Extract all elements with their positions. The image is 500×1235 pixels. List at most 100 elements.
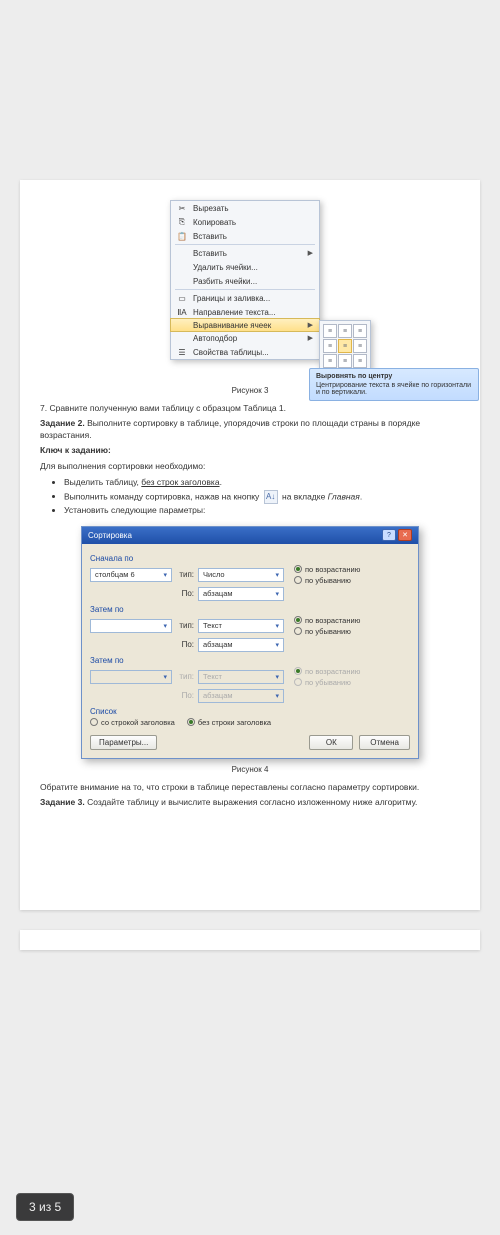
figure-4: Сортировка ? ✕ Сначала по столбцам 6▾ ти…: [40, 526, 460, 759]
align-bottom-left[interactable]: ≡: [323, 354, 337, 368]
align-top-left[interactable]: ≡: [323, 324, 337, 338]
group-first: Сначала по: [90, 554, 410, 563]
group-then1: Затем по: [90, 605, 410, 614]
sort-column-combo[interactable]: столбцам 6▾: [90, 568, 172, 582]
sort-desc-radio[interactable]: по убыванию: [294, 576, 410, 585]
menu-separator: [175, 289, 315, 290]
ok-button[interactable]: ОК: [309, 735, 353, 750]
sort-dialog: Сортировка ? ✕ Сначала по столбцам 6▾ ти…: [81, 526, 419, 759]
menu-copy[interactable]: ⎘Копировать: [171, 215, 319, 229]
menu-label: Удалить ячейки...: [189, 263, 313, 272]
dialog-body: Сначала по столбцам 6▾ тип: Число▾ по во…: [82, 544, 418, 758]
radio-icon: [187, 718, 195, 726]
task-2-text: Выполните сортировку в таблице, упорядоч…: [40, 418, 420, 439]
menu-label: Автоподбор: [189, 334, 308, 343]
type-label: тип:: [176, 621, 194, 630]
menu-label: Копировать: [189, 218, 313, 227]
with-header-radio[interactable]: со строкой заголовка: [90, 718, 175, 727]
radio-icon: [294, 627, 302, 635]
type-label: тип:: [176, 672, 194, 681]
align-bottom-center[interactable]: ≡: [338, 354, 352, 368]
chevron-down-icon: ▾: [275, 641, 279, 649]
cancel-button[interactable]: Отмена: [359, 735, 410, 750]
menu-split-cells[interactable]: Разбить ячейки...: [171, 274, 319, 288]
menu-cell-alignment[interactable]: Выравнивание ячеек▶: [170, 318, 320, 332]
key-label: Ключ к заданию:: [40, 445, 460, 456]
figure-3: ✂Вырезать ⎘Копировать 📋Вставить Вставить…: [40, 200, 460, 380]
sort-asc-radio[interactable]: по возрастанию: [294, 565, 410, 574]
task-3-label: Задание 3.: [40, 797, 85, 807]
list-item: Установить следующие параметры:: [64, 504, 460, 518]
menu-text-direction[interactable]: ⅡAНаправление текста...: [171, 305, 319, 319]
list-item: Выделить таблицу, без строк заголовка.: [64, 476, 460, 490]
radio-icon: [294, 576, 302, 584]
sort-asc-radio-2[interactable]: по возрастанию: [294, 616, 410, 625]
sort-by-combo-2[interactable]: абзацам▾: [198, 638, 284, 652]
key-intro: Для выполнения сортировки необходимо:: [40, 461, 460, 472]
no-header-radio[interactable]: без строки заголовка: [187, 718, 271, 727]
sort-by-combo-3: абзацам▾: [198, 689, 284, 703]
menu-label: Границы и заливка...: [189, 294, 313, 303]
next-page-peek: [20, 930, 480, 950]
menu-label: Вставить: [189, 249, 308, 258]
menu-separator: [175, 244, 315, 245]
dialog-title: Сортировка: [88, 531, 132, 540]
group-list: Список: [90, 707, 410, 716]
menu-label: Направление текста...: [189, 308, 313, 317]
text-direction-icon: ⅡA: [175, 308, 189, 317]
align-bottom-right[interactable]: ≡: [353, 354, 367, 368]
menu-borders[interactable]: ▭Границы и заливка...: [171, 291, 319, 305]
menu-delete-cells[interactable]: Удалить ячейки...: [171, 260, 319, 274]
document-page: ✂Вырезать ⎘Копировать 📋Вставить Вставить…: [20, 180, 480, 910]
copy-icon: ⎘: [175, 217, 189, 227]
task-3-text: Создайте таблицу и вычислите выражения с…: [85, 797, 418, 807]
chevron-down-icon: ▾: [275, 622, 279, 630]
sort-type-combo[interactable]: Число▾: [198, 568, 284, 582]
page-indicator: 3 из 5: [16, 1193, 74, 1221]
menu-label: Выравнивание ячеек: [189, 321, 308, 330]
group-then2: Затем по: [90, 656, 410, 665]
tooltip-title: Выровнять по центру: [316, 373, 472, 380]
chevron-down-icon: ▾: [275, 590, 279, 598]
sort-column-combo-2[interactable]: ▾: [90, 619, 172, 633]
chevron-down-icon: ▾: [275, 692, 279, 700]
align-top-center[interactable]: ≡: [338, 324, 352, 338]
dialog-titlebar: Сортировка ? ✕: [82, 527, 418, 544]
sort-by-combo[interactable]: абзацам▾: [198, 587, 284, 601]
figure-4-caption: Рисунок 4: [40, 765, 460, 774]
menu-paste[interactable]: 📋Вставить: [171, 229, 319, 243]
chevron-right-icon: ▶: [308, 249, 313, 257]
list-item: Выполнить команду сортировка, нажав на к…: [64, 490, 460, 504]
params-button[interactable]: Параметры...: [90, 735, 157, 750]
context-menu: ✂Вырезать ⎘Копировать 📋Вставить Вставить…: [170, 200, 320, 360]
tooltip-desc: Центрирование текста в ячейке по горизон…: [316, 382, 471, 396]
align-middle-left[interactable]: ≡: [323, 339, 337, 353]
chevron-right-icon: ▶: [308, 321, 313, 329]
chevron-down-icon: ▾: [163, 622, 167, 630]
close-button[interactable]: ✕: [398, 529, 412, 541]
instructions-list: Выделить таблицу, без строк заголовка. В…: [64, 476, 460, 517]
po-label: По:: [176, 691, 194, 700]
alignment-flyout: ≡ ≡ ≡ ≡ ≡ ≡ ≡ ≡ ≡: [319, 320, 371, 372]
menu-table-properties[interactable]: ☰Свойства таблицы...: [171, 345, 319, 359]
menu-autofit[interactable]: Автоподбор▶: [171, 331, 319, 345]
align-top-right[interactable]: ≡: [353, 324, 367, 338]
chevron-down-icon: ▾: [163, 673, 167, 681]
help-button[interactable]: ?: [382, 529, 396, 541]
sort-desc-radio-2[interactable]: по убыванию: [294, 627, 410, 636]
menu-cut[interactable]: ✂Вырезать: [171, 201, 319, 215]
align-middle-right[interactable]: ≡: [353, 339, 367, 353]
align-middle-center[interactable]: ≡: [338, 339, 352, 353]
alignment-tooltip: Выровнять по центру Центрирование текста…: [309, 368, 479, 401]
sort-column-combo-3: ▾: [90, 670, 172, 684]
menu-label: Вырезать: [189, 204, 313, 213]
chevron-down-icon: ▾: [163, 571, 167, 579]
scissors-icon: ✂: [175, 204, 189, 213]
menu-insert-sub[interactable]: Вставить▶: [171, 246, 319, 260]
sort-icon: A↓: [264, 490, 278, 504]
sort-type-combo-2[interactable]: Текст▾: [198, 619, 284, 633]
type-label: тип:: [176, 570, 194, 579]
step-7: 7. Сравните полученную вами таблицу с об…: [40, 403, 460, 414]
menu-label: Свойства таблицы...: [189, 348, 313, 357]
radio-icon: [294, 667, 302, 675]
